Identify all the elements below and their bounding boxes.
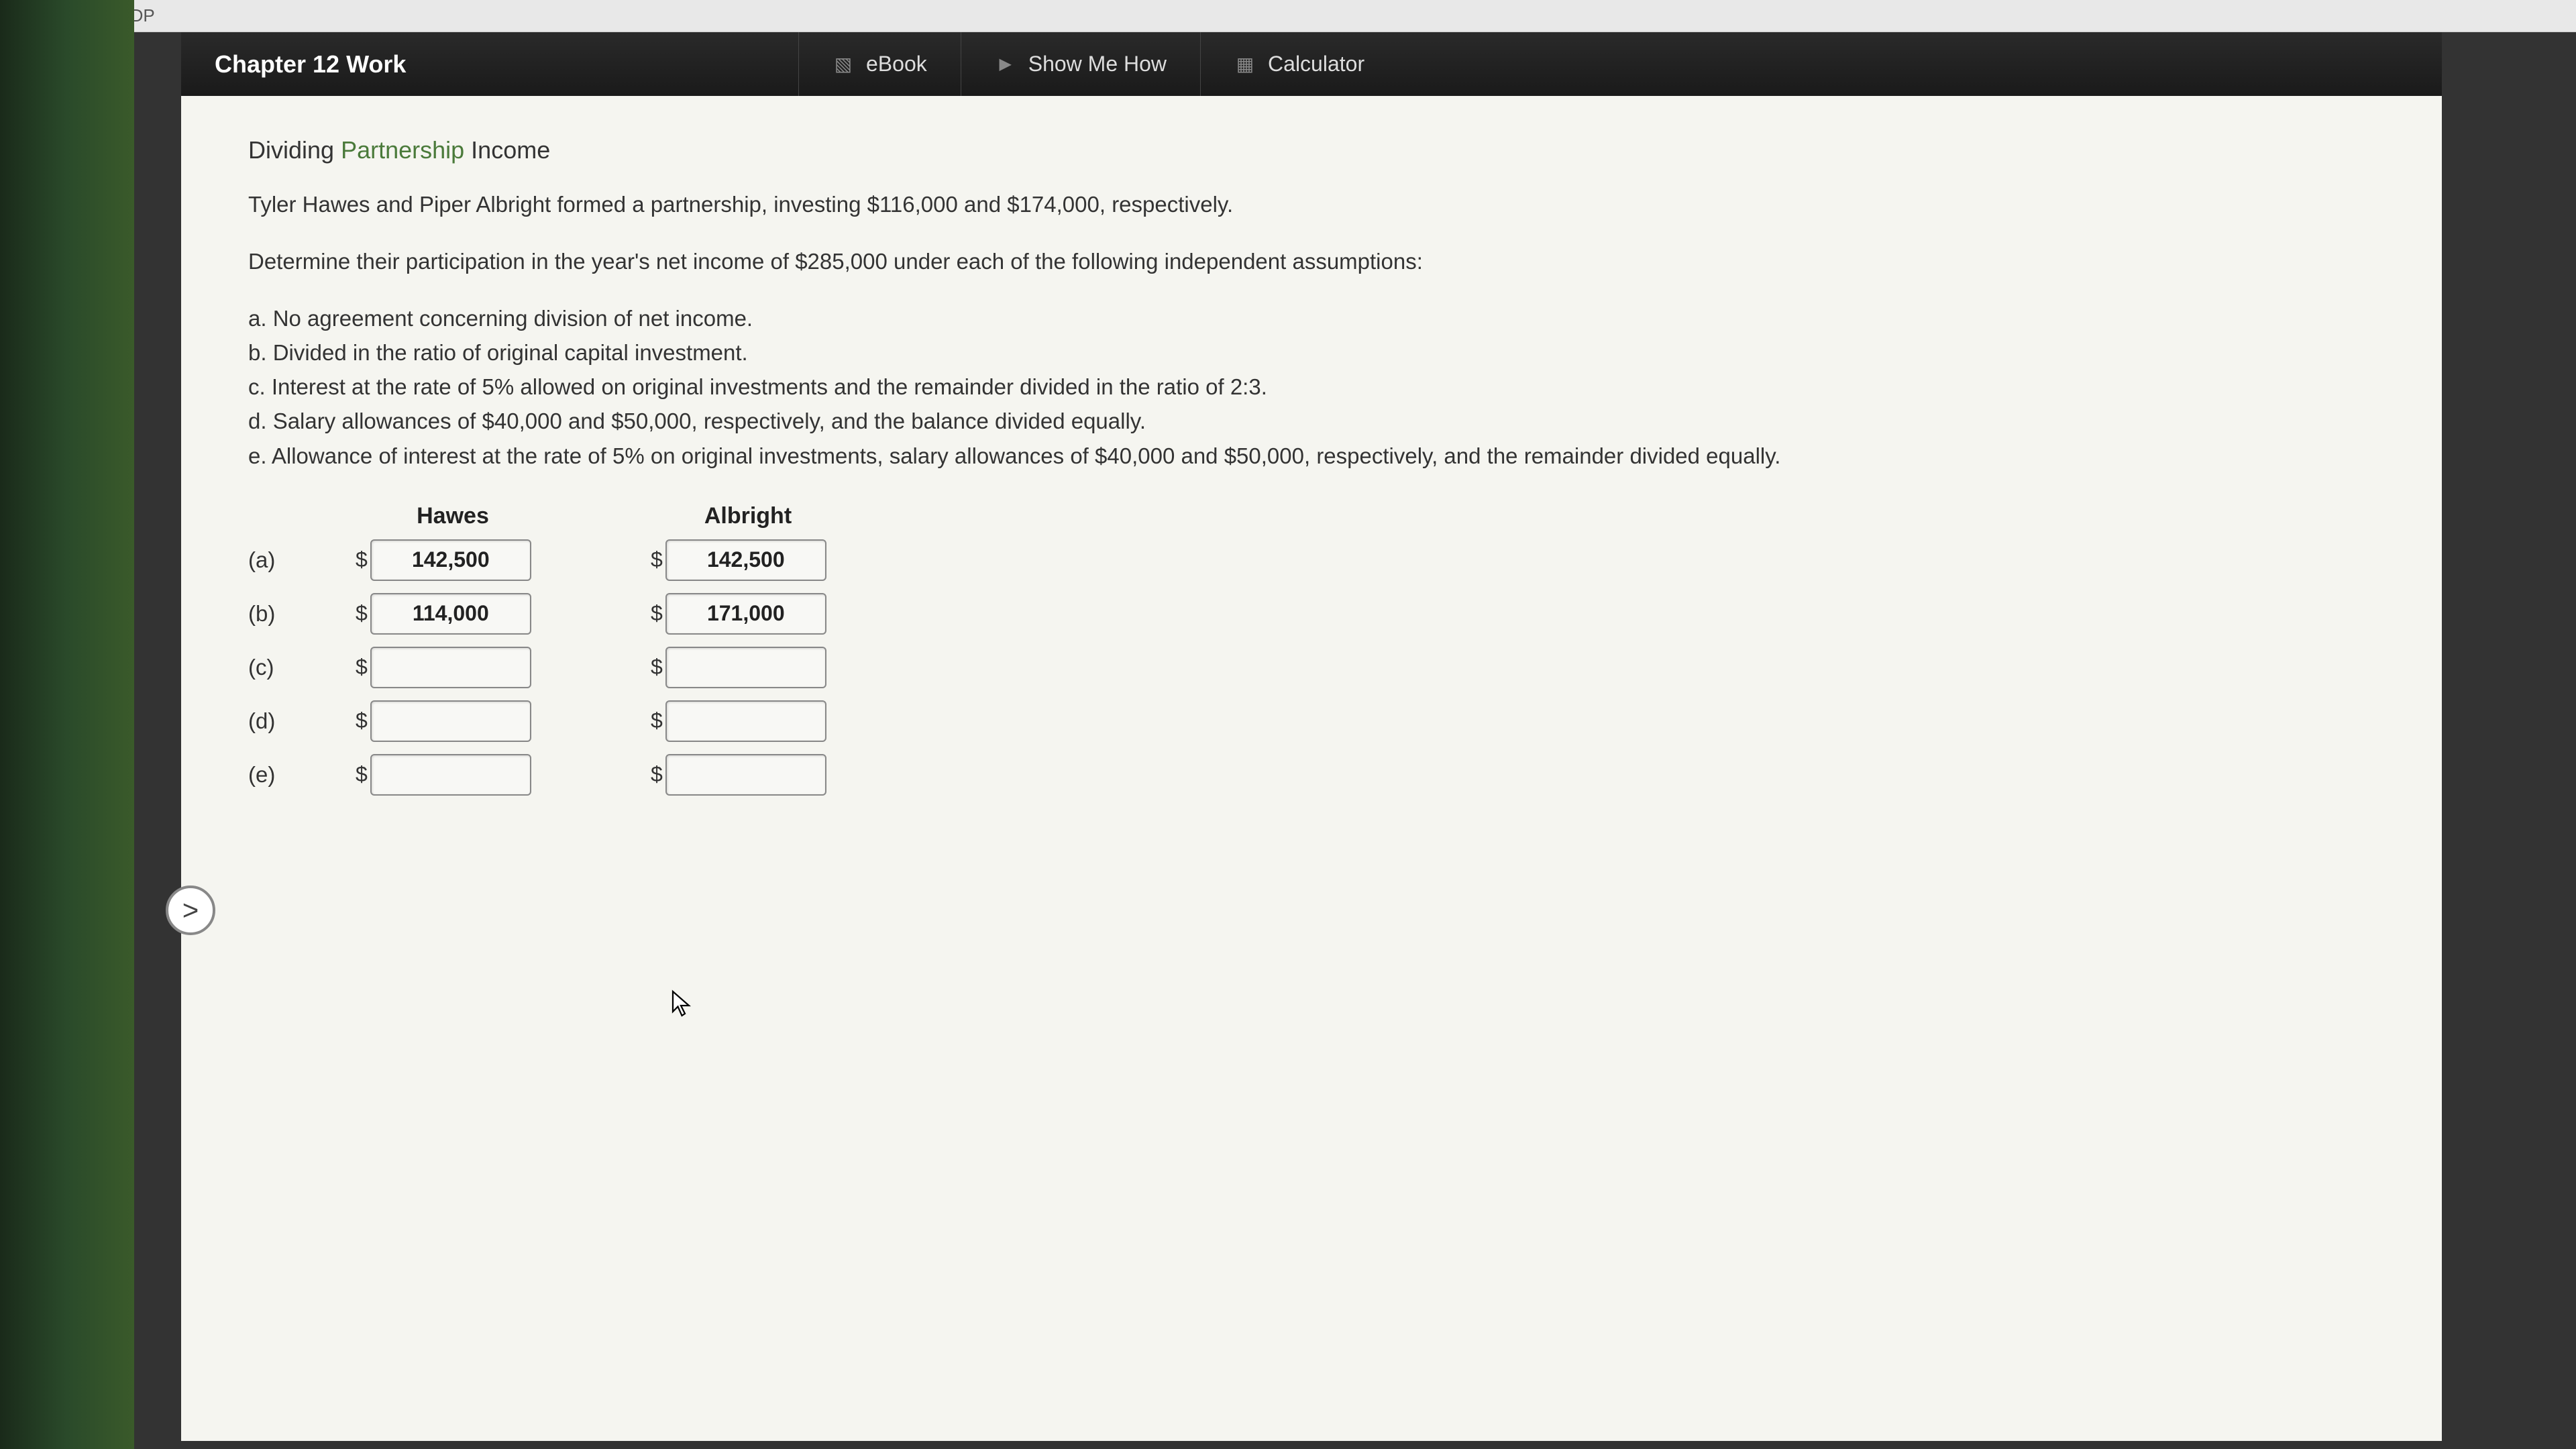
col-header-hawes: Hawes [356, 503, 550, 529]
dollar-sign: $ [651, 762, 663, 787]
dollar-sign: $ [356, 762, 368, 787]
nav-next-button[interactable]: > [166, 885, 215, 935]
dollar-sign: $ [356, 655, 368, 680]
table-header-row: Hawes Albright [248, 503, 845, 529]
dollar-sign: $ [651, 601, 663, 626]
header-bar: Chapter 12 Work ▧ eBook ▶ Show Me How ▦ … [181, 32, 2442, 96]
assumption-d: d. Salary allowances of $40,000 and $50,… [248, 404, 2375, 438]
tab-show-me-how-label: Show Me How [1028, 52, 1167, 76]
input-b-hawes[interactable] [370, 593, 531, 635]
problem-intro: Tyler Hawes and Piper Albright formed a … [248, 188, 2375, 221]
video-icon: ▶ [995, 54, 1016, 75]
dollar-sign: $ [651, 708, 663, 733]
input-c-hawes[interactable] [370, 647, 531, 688]
input-e-hawes[interactable] [370, 754, 531, 796]
browser-bookmarks-bar: Apps ADP [0, 0, 2576, 32]
row-label-e: (e) [248, 762, 356, 788]
dollar-sign: $ [651, 547, 663, 572]
dollar-sign: $ [356, 547, 368, 572]
table-row: (b) $ $ [248, 593, 845, 635]
table-row: (a) $ $ [248, 539, 845, 581]
assumption-e: e. Allowance of interest at the rate of … [248, 439, 2375, 473]
dollar-sign: $ [356, 601, 368, 626]
col-header-albright: Albright [651, 503, 845, 529]
calculator-icon: ▦ [1234, 54, 1256, 75]
page-title: Chapter 12 Work [181, 50, 798, 78]
table-row: (c) $ $ [248, 647, 845, 688]
input-b-albright[interactable] [665, 593, 826, 635]
input-e-albright[interactable] [665, 754, 826, 796]
dollar-sign: $ [356, 708, 368, 733]
problem-title: Dividing Partnership Income [248, 136, 2375, 164]
left-edge-decoration [0, 0, 134, 1449]
problem-instruction: Determine their participation in the yea… [248, 245, 2375, 278]
tab-show-me-how[interactable]: ▶ Show Me How [961, 32, 1200, 96]
row-label-b: (b) [248, 601, 356, 627]
assumption-a: a. No agreement concerning division of n… [248, 301, 2375, 335]
input-c-albright[interactable] [665, 647, 826, 688]
assumptions-list: a. No agreement concerning division of n… [248, 301, 2375, 473]
input-d-albright[interactable] [665, 700, 826, 742]
chevron-right-icon: > [182, 894, 199, 926]
table-row: (d) $ $ [248, 700, 845, 742]
tab-ebook[interactable]: ▧ eBook [798, 32, 961, 96]
dollar-sign: $ [651, 655, 663, 680]
input-a-hawes[interactable] [370, 539, 531, 581]
table-row: (e) $ $ [248, 754, 845, 796]
book-icon: ▧ [833, 54, 854, 75]
input-a-albright[interactable] [665, 539, 826, 581]
row-label-d: (d) [248, 708, 356, 734]
assumption-c: c. Interest at the rate of 5% allowed on… [248, 370, 2375, 404]
assumption-b: b. Divided in the ratio of original capi… [248, 335, 2375, 370]
answer-table: Hawes Albright (a) $ $ (b) $ [248, 503, 845, 808]
tab-calculator[interactable]: ▦ Calculator [1200, 32, 1398, 96]
tab-calculator-label: Calculator [1268, 52, 1364, 76]
tab-ebook-label: eBook [866, 52, 927, 76]
row-label-c: (c) [248, 655, 356, 680]
row-label-a: (a) [248, 547, 356, 573]
main-container: Chapter 12 Work ▧ eBook ▶ Show Me How ▦ … [181, 32, 2442, 1441]
input-d-hawes[interactable] [370, 700, 531, 742]
content-area: Dividing Partnership Income Tyler Hawes … [181, 96, 2442, 848]
